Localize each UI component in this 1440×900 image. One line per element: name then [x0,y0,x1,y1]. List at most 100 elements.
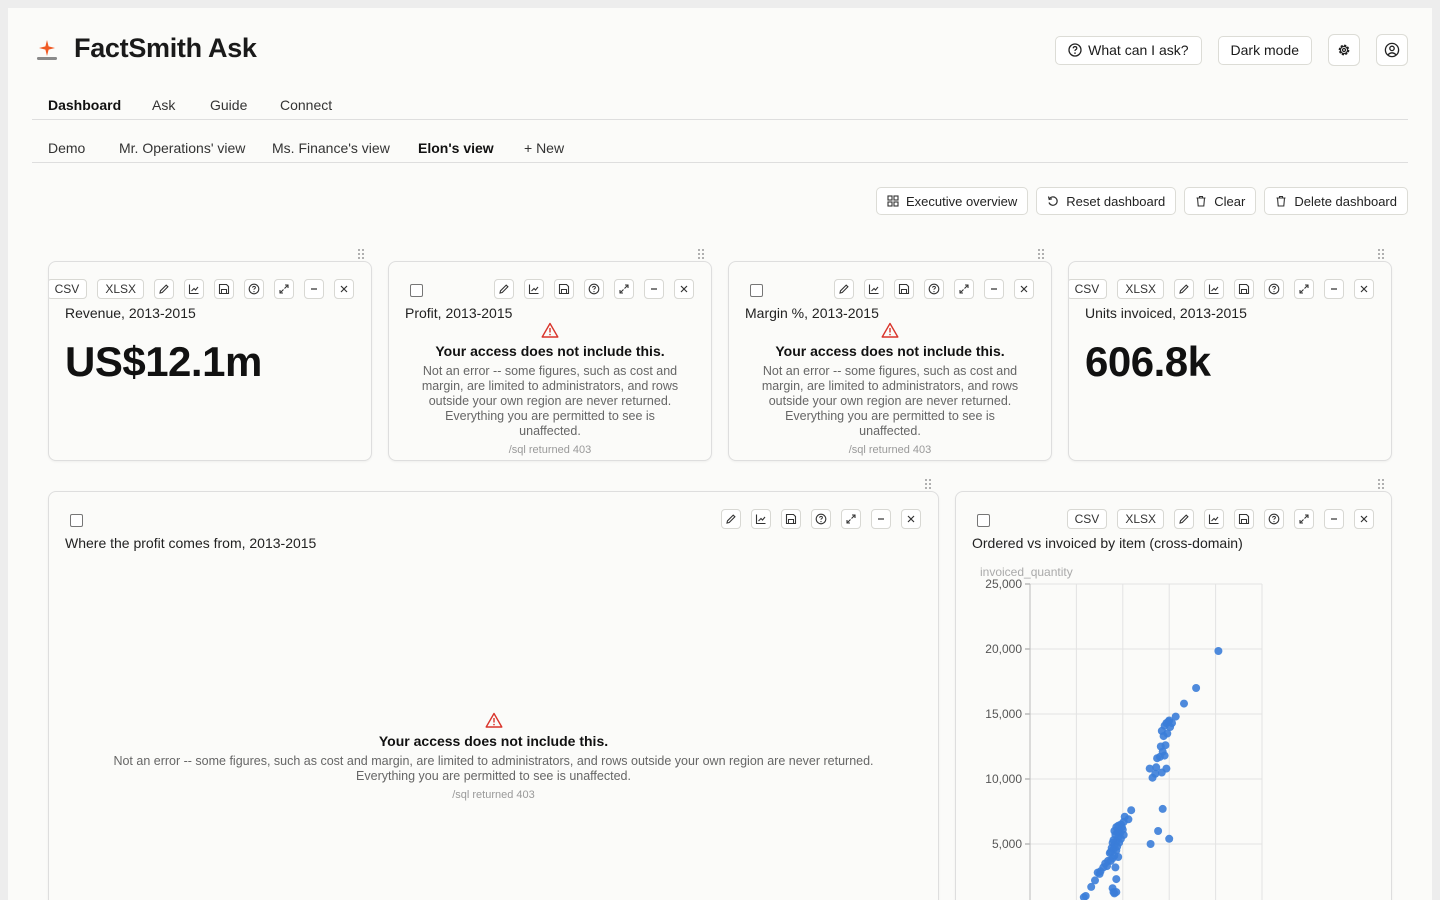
edit-button[interactable] [721,509,741,529]
profit-source-card: Where the profit comes from, 2013-2015 Y… [48,491,939,900]
expand-icon [619,284,629,294]
drag-handle-icon[interactable] [1377,248,1385,260]
select-checkbox[interactable] [750,284,763,297]
csv-export-button[interactable]: CSV [1069,279,1108,299]
new-view-tab[interactable]: + New [524,140,564,156]
drag-handle-icon[interactable] [924,478,932,490]
clear-label: Clear [1214,193,1246,209]
save-button[interactable] [894,279,914,299]
select-checkbox[interactable] [70,514,83,527]
chart-icon [755,514,766,525]
view-tab-operations[interactable]: Mr. Operations' view [119,140,245,156]
account-button[interactable] [1376,34,1408,66]
tab-dashboard[interactable]: Dashboard [48,97,121,113]
chart-button[interactable] [864,279,884,299]
margin-card: Margin %, 2013-2015 Your access does not… [728,261,1052,461]
close-button[interactable] [674,279,694,299]
access-denied-heading: Your access does not include this. [435,343,665,359]
grid-icon [887,195,899,207]
edit-button[interactable] [1174,279,1194,299]
chart-button[interactable] [1204,279,1224,299]
expand-button[interactable] [1294,279,1314,299]
view-tab-finance[interactable]: Ms. Finance's view [272,140,390,156]
minimize-button[interactable] [984,279,1004,299]
view-tab-elon[interactable]: Elon's view [418,140,494,156]
edit-button[interactable] [834,279,854,299]
save-button[interactable] [214,279,234,299]
minimize-button[interactable] [871,509,891,529]
info-button[interactable] [244,279,264,299]
question-circle-icon [248,283,260,295]
save-button[interactable] [1234,279,1254,299]
edit-button[interactable] [1174,509,1194,529]
tab-ask[interactable]: Ask [152,97,175,113]
expand-button[interactable] [841,509,861,529]
delete-dashboard-label: Delete dashboard [1294,193,1397,209]
scatter-point [1112,875,1121,884]
close-button[interactable] [1014,279,1034,299]
reset-dashboard-button[interactable]: Reset dashboard [1036,187,1177,215]
select-checkbox[interactable] [977,514,990,527]
access-denied-body: Not an error -- some figures, such as co… [113,754,874,783]
scatter-point [1158,804,1167,813]
dark-mode-label: Dark mode [1230,42,1299,58]
warning-icon [485,712,502,728]
minimize-button[interactable] [304,279,324,299]
brand[interactable]: FactSmith Ask [32,30,257,66]
csv-export-button[interactable]: CSV [1066,509,1108,529]
expand-button[interactable] [274,279,294,299]
tab-connect[interactable]: Connect [280,97,332,113]
save-icon [218,283,230,295]
chart-button[interactable] [1204,509,1224,529]
minimize-button[interactable] [644,279,664,299]
save-button[interactable] [781,509,801,529]
select-checkbox[interactable] [410,284,423,297]
chart-icon [188,284,199,295]
chart-button[interactable] [184,279,204,299]
profit-card: Profit, 2013-2015 Your access does not i… [388,261,712,461]
dark-mode-button[interactable]: Dark mode [1217,35,1312,65]
delete-dashboard-button[interactable]: Delete dashboard [1264,187,1408,215]
save-button[interactable] [1234,509,1254,529]
save-button[interactable] [554,279,574,299]
chart-button[interactable] [751,509,771,529]
drag-handle-icon[interactable] [357,248,365,260]
close-button[interactable] [1354,509,1374,529]
minimize-button[interactable] [1324,279,1344,299]
edit-button[interactable] [494,279,514,299]
info-button[interactable] [1264,509,1284,529]
info-button[interactable] [1264,279,1284,299]
minimize-button[interactable] [1324,509,1344,529]
xlsx-export-button[interactable]: XLSX [97,279,144,299]
access-denied-message: Your access does not include this. Not a… [389,322,711,456]
tab-guide[interactable]: Guide [210,97,247,113]
what-can-i-ask-button[interactable]: What can I ask? [1055,35,1202,65]
info-button[interactable] [811,509,831,529]
access-denied-footer: /sql returned 403 [848,444,932,456]
xlsx-export-button[interactable]: XLSX [1117,509,1164,529]
drag-handle-icon[interactable] [1037,248,1045,260]
xlsx-export-button[interactable]: XLSX [1117,279,1164,299]
info-button[interactable] [584,279,604,299]
view-tab-demo[interactable]: Demo [48,140,85,156]
close-button[interactable] [334,279,354,299]
chart-button[interactable] [524,279,544,299]
settings-button[interactable] [1328,34,1360,66]
drag-handle-icon[interactable] [697,248,705,260]
executive-overview-button[interactable]: Executive overview [875,187,1029,215]
scatter-point [1154,827,1163,835]
expand-button[interactable] [1294,509,1314,529]
expand-button[interactable] [954,279,974,299]
scatter-point [1111,863,1120,872]
close-button[interactable] [901,509,921,529]
edit-button[interactable] [154,279,174,299]
main-nav: Dashboard Ask Guide Connect [32,96,1408,120]
drag-handle-icon[interactable] [1377,478,1385,490]
clear-button[interactable]: Clear [1184,187,1257,215]
info-button[interactable] [924,279,944,299]
save-icon [785,513,797,525]
expand-button[interactable] [614,279,634,299]
csv-export-button[interactable]: CSV [49,279,88,299]
close-button[interactable] [1354,279,1374,299]
chart-icon [1208,514,1219,525]
